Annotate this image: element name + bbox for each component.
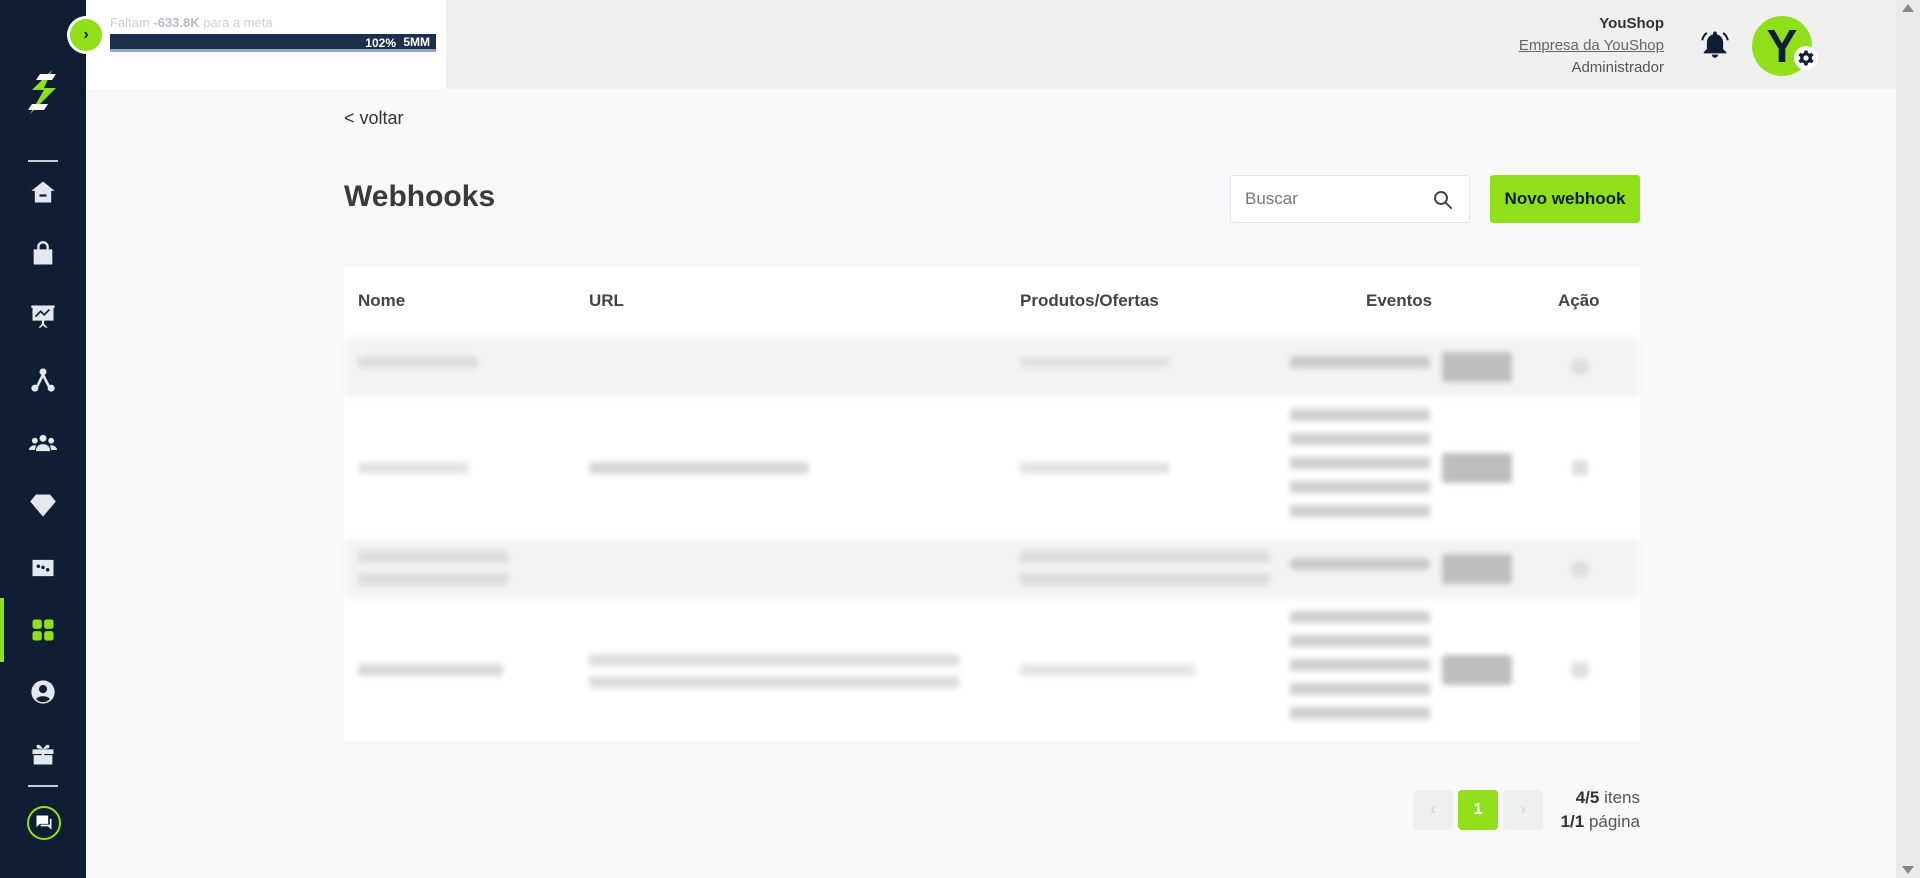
diamond-icon (30, 494, 56, 517)
sidebar-item-apps[interactable] (0, 598, 86, 662)
chat-button[interactable] (27, 806, 61, 840)
search-input[interactable] (1231, 176, 1431, 222)
sidebar-item-profile[interactable] (0, 667, 86, 717)
shopping-bag-icon (33, 241, 53, 265)
user-info: YouShop Empresa da YouShop Administrador (1519, 13, 1664, 79)
network-icon (31, 368, 55, 392)
home-icon (31, 181, 55, 203)
row-products-blurred (1020, 462, 1170, 474)
pagination-page-button[interactable]: 1 (1458, 790, 1498, 830)
table-header: Nome URL Produtos/Ofertas Eventos Ação (344, 267, 1640, 337)
bell-icon (1701, 31, 1729, 58)
row-events-blurred (1290, 356, 1430, 368)
table-row[interactable] (344, 337, 1640, 397)
goal-suffix: para a meta (203, 15, 273, 30)
apps-grid-icon (32, 619, 54, 641)
search-box (1230, 175, 1470, 223)
user-role: Administrador (1571, 59, 1664, 76)
sidebar-item-gifts[interactable] (0, 729, 86, 779)
avatar-letter: Y (1766, 20, 1798, 72)
sidebar-item-premium[interactable] (0, 480, 86, 530)
sidebar-item-home[interactable] (0, 167, 86, 217)
pagination-next-button[interactable]: › (1503, 790, 1543, 830)
goal-text: Faltam -633.8K para a meta (110, 15, 273, 30)
notifications-button[interactable] (1700, 28, 1730, 60)
pagination-prev-button[interactable]: ‹ (1413, 790, 1453, 830)
chevron-right-icon: › (83, 26, 89, 43)
row-action-icon[interactable] (1572, 460, 1588, 476)
goal-amount: -633.8K (153, 15, 200, 30)
user-circle-icon (31, 680, 55, 704)
items-count-line: 4/5 itens (1561, 786, 1640, 810)
row-event-badge (1442, 554, 1512, 584)
back-link[interactable]: < voltar (344, 108, 404, 129)
scroll-up-arrow-icon[interactable] (1902, 4, 1914, 12)
column-header-name: Nome (358, 291, 406, 310)
table-row[interactable] (344, 397, 1640, 539)
pages-label: página (1588, 812, 1640, 831)
pages-count-line: 1/1 página (1561, 810, 1640, 834)
column-header-events: Eventos (1366, 291, 1433, 310)
gift-icon (32, 744, 54, 765)
gear-icon (1798, 50, 1814, 66)
pages-count: 1/1 (1560, 812, 1585, 831)
row-name-blurred (358, 462, 468, 474)
goal-widget: Faltam -633.8K para a meta 102% 5MM (86, 0, 446, 89)
row-url-blurred (589, 654, 959, 688)
company-link[interactable]: Empresa da YouShop (1519, 35, 1664, 57)
column-header-url: URL (589, 291, 624, 310)
row-name-blurred (358, 551, 508, 585)
sidebar-item-games[interactable] (0, 543, 86, 593)
scrollbar[interactable] (1896, 0, 1920, 878)
table-row[interactable] (344, 539, 1640, 599)
sidebar-item-users[interactable] (0, 418, 86, 468)
row-name-blurred (358, 356, 478, 368)
table-row[interactable] (344, 599, 1640, 741)
shop-name: YouShop (1599, 15, 1664, 32)
sidebar-divider (28, 785, 58, 787)
row-event-badge (1442, 655, 1512, 685)
sidebar (0, 0, 86, 878)
row-name-blurred (358, 664, 503, 676)
sidebar-toggle-button[interactable]: › (70, 19, 102, 51)
goal-prefix: Faltam (110, 15, 150, 30)
sidebar-item-network[interactable] (0, 355, 86, 405)
users-icon (29, 434, 57, 452)
top-bar: Faltam -633.8K para a meta 102% 5MM YouS… (86, 0, 1896, 89)
pagination-info: 4/5 itens 1/1 página (1561, 786, 1640, 834)
row-products-blurred (1020, 551, 1270, 585)
dice-icon (32, 559, 54, 577)
items-label: itens (1604, 788, 1640, 807)
sidebar-item-shop[interactable] (0, 229, 86, 279)
row-event-badge (1442, 453, 1512, 483)
row-action-icon[interactable] (1572, 359, 1588, 375)
presentation-chart-icon (31, 305, 55, 328)
search-icon[interactable] (1431, 188, 1455, 212)
scroll-down-arrow-icon[interactable] (1902, 866, 1914, 874)
new-webhook-button[interactable]: Novo webhook (1490, 175, 1640, 223)
sidebar-item-reports[interactable] (0, 291, 86, 341)
chat-icon (36, 815, 52, 830)
settings-button[interactable] (1794, 46, 1818, 70)
items-count: 4/5 (1575, 788, 1600, 807)
column-header-products: Produtos/Ofertas (1020, 291, 1159, 310)
row-events-blurred (1290, 409, 1430, 527)
row-events-blurred (1290, 611, 1430, 729)
page-title: Webhooks (344, 180, 496, 213)
sidebar-divider (28, 160, 58, 162)
goal-target-label: 5MM (403, 35, 430, 49)
row-products-blurred (1020, 356, 1170, 368)
row-action-icon[interactable] (1572, 662, 1588, 678)
chevron-right-icon: › (1520, 801, 1526, 818)
goal-progress-bar: 102% 5MM (110, 34, 436, 52)
row-products-blurred (1020, 664, 1195, 676)
webhooks-table: Nome URL Produtos/Ofertas Eventos Ação (344, 267, 1640, 741)
logo-icon[interactable] (22, 68, 64, 116)
row-events-blurred (1290, 558, 1430, 570)
row-action-icon[interactable] (1572, 561, 1588, 577)
row-event-badge (1442, 352, 1512, 382)
chevron-left-icon: ‹ (1430, 801, 1436, 818)
column-header-action: Ação (1558, 291, 1600, 310)
row-url-blurred (589, 462, 809, 474)
